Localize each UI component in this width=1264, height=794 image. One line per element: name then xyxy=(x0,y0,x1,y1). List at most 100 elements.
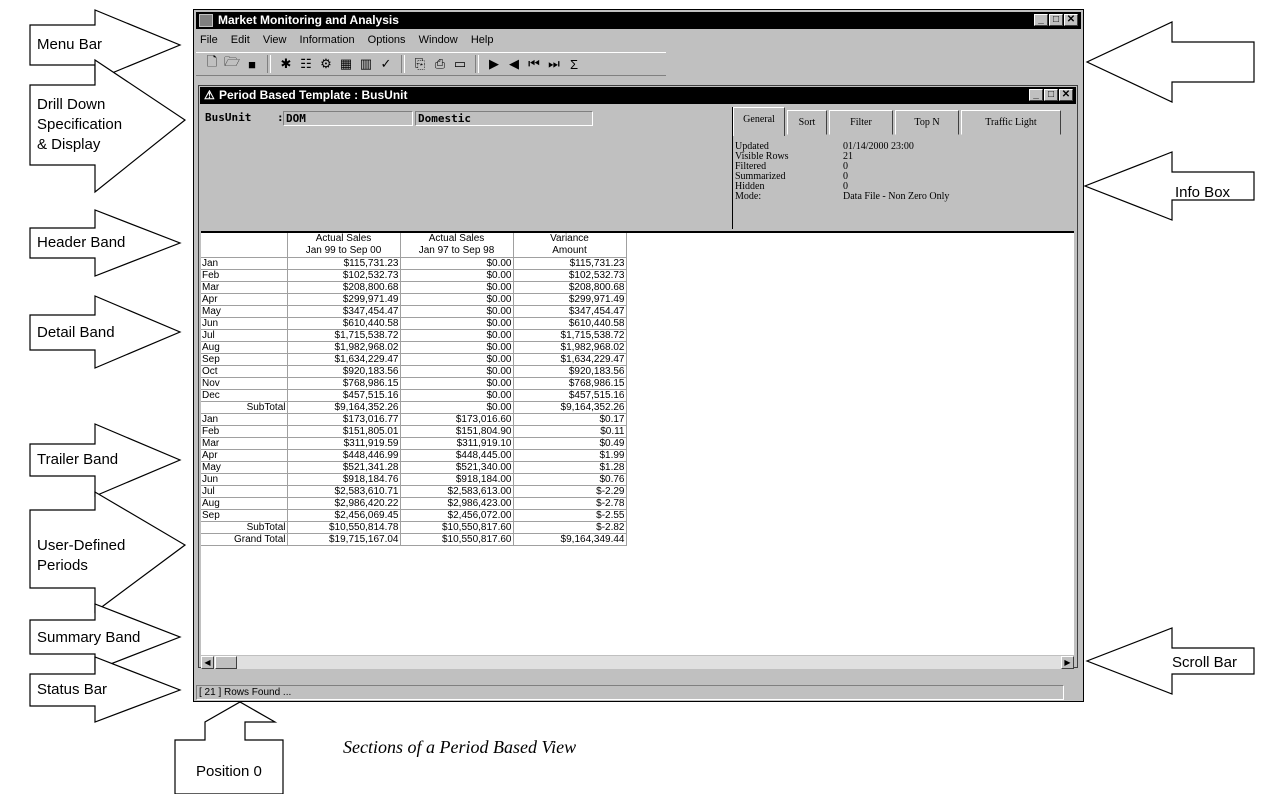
table-row[interactable]: Sep $2,456,069.45 $2,456,072.00 $-2.55 xyxy=(201,509,627,522)
tab-general[interactable]: General xyxy=(733,107,785,136)
figure-caption: Sections of a Period Based View xyxy=(343,737,577,757)
tab-sort[interactable]: Sort xyxy=(787,110,827,135)
value-cell: $0.11 xyxy=(513,425,627,438)
table-row[interactable]: Jan $115,731.23 $0.00 $115,731.23 xyxy=(201,257,627,270)
value-cell: $10,550,814.78 xyxy=(287,521,401,534)
table-row[interactable]: Aug $1,982,968.02 $0.00 $1,982,968.02 xyxy=(201,341,627,354)
menu-file[interactable]: File xyxy=(200,34,218,46)
print-icon[interactable]: ⎙ xyxy=(430,55,450,73)
table-row[interactable]: Oct $920,183.56 $0.00 $920,183.56 xyxy=(201,365,627,378)
table-row[interactable]: May $521,341.28 $521,340.00 $1.28 xyxy=(201,461,627,474)
scroll-left-button[interactable]: ◀ xyxy=(201,656,214,669)
horizontal-scrollbar[interactable]: ◀ ▶ xyxy=(201,656,1074,669)
value-cell: $115,731.23 xyxy=(513,257,627,270)
check-icon[interactable]: ✓ xyxy=(376,55,396,73)
save-icon[interactable]: ■ xyxy=(242,55,262,73)
table-row[interactable]: May $347,454.47 $0.00 $347,454.47 xyxy=(201,305,627,318)
info-rows: Updated 01/14/2000 23:00 Visible Rows 21 F… xyxy=(735,142,949,202)
table-row[interactable]: Jun $918,184.76 $918,184.00 $0.76 xyxy=(201,473,627,486)
value-cell: $102,532.73 xyxy=(513,269,627,282)
menu-window[interactable]: Window xyxy=(419,34,458,46)
copy-icon[interactable]: ⎘ xyxy=(410,55,430,73)
inner-maximize-button[interactable]: □ xyxy=(1044,89,1058,101)
callout-trailer-band: Trailer Band xyxy=(37,451,119,468)
inner-close-button[interactable]: ✕ xyxy=(1059,89,1073,101)
row-label-cell: Nov xyxy=(201,377,288,390)
scroll-right-button[interactable]: ▶ xyxy=(1061,656,1074,669)
menu-help[interactable]: Help xyxy=(471,34,494,46)
drill-code-field[interactable]: DOM xyxy=(283,111,413,126)
table-row[interactable]: Apr $299,971.49 $0.00 $299,971.49 xyxy=(201,293,627,306)
value-cell: $521,340.00 xyxy=(400,461,514,474)
drill-icon[interactable]: ⚙ xyxy=(316,55,336,73)
menu-edit[interactable]: Edit xyxy=(231,34,250,46)
run-icon[interactable]: ✱ xyxy=(276,55,296,73)
table-row[interactable]: Apr $448,446.99 $448,445.00 $1.99 xyxy=(201,449,627,462)
inner-title-bar[interactable]: ⚠ Period Based Template : BusUnit _ □ ✕ xyxy=(200,87,1076,104)
close-button[interactable]: ✕ xyxy=(1064,14,1078,26)
value-cell: $0.00 xyxy=(400,317,514,330)
value-cell: $-2.78 xyxy=(513,497,627,510)
warning-icon: ⚠ xyxy=(204,88,215,102)
row-label-cell: Sep xyxy=(201,509,288,522)
inner-title: Period Based Template : BusUnit xyxy=(219,88,408,102)
table-row[interactable]: Dec $457,515.16 $0.00 $457,515.16 xyxy=(201,389,627,402)
inner-minimize-button[interactable]: _ xyxy=(1029,89,1043,101)
table-row[interactable]: Jun $610,440.58 $0.00 $610,440.58 xyxy=(201,317,627,330)
new-icon[interactable]: 🗋 xyxy=(202,54,222,73)
value-cell: $1,634,229.47 xyxy=(513,353,627,366)
value-cell: $0.76 xyxy=(513,473,627,486)
row-label-cell: Apr xyxy=(201,293,288,306)
first-icon[interactable]: ⏮ xyxy=(524,55,544,73)
table-row[interactable]: Grand Total $19,715,167.04 $10,550,817.60 $… xyxy=(201,533,627,546)
table-row[interactable]: Nov $768,986.15 $0.00 $768,986.15 xyxy=(201,377,627,390)
table-row[interactable]: Jul $1,715,538.72 $0.00 $1,715,538.72 xyxy=(201,329,627,342)
row-label-cell: SubTotal xyxy=(201,401,288,414)
row-label-cell: May xyxy=(201,461,288,474)
last-icon[interactable]: ⏭ xyxy=(544,55,564,73)
scroll-thumb[interactable] xyxy=(215,656,237,669)
callout-summary-band: Summary Band xyxy=(37,629,141,646)
back-icon[interactable]: ◀ xyxy=(504,55,524,73)
value-cell: $311,919.10 xyxy=(400,437,514,450)
table-row[interactable]: Sep $1,634,229.47 $0.00 $1,634,229.47 xyxy=(201,353,627,366)
sum-icon[interactable]: Σ xyxy=(564,55,584,73)
tab-top-n[interactable]: Top N xyxy=(895,110,959,135)
value-cell: $0.17 xyxy=(513,413,627,426)
play-icon[interactable]: ▶ xyxy=(484,55,504,73)
callout-drill-down-2: Specification xyxy=(37,116,123,133)
menu-view[interactable]: View xyxy=(263,34,287,46)
tab-filter[interactable]: Filter xyxy=(829,110,893,135)
table-row[interactable]: Jul $2,583,610.71 $2,583,613.00 $-2.29 xyxy=(201,485,627,498)
app-icon[interactable] xyxy=(199,14,213,27)
tree-icon[interactable]: ☷ xyxy=(296,55,316,73)
table-row[interactable]: Aug $2,986,420.22 $2,986,423.00 $-2.78 xyxy=(201,497,627,510)
value-cell: $920,183.56 xyxy=(513,365,627,378)
grid-header-cell: Amount xyxy=(513,245,627,258)
value-cell: $9,164,352.26 xyxy=(513,401,627,414)
value-cell: $448,445.00 xyxy=(400,449,514,462)
table-row[interactable]: Mar $311,919.59 $311,919.10 $0.49 xyxy=(201,437,627,450)
table-row[interactable]: SubTotal $10,550,814.78 $10,550,817.60 $-2.… xyxy=(201,521,627,534)
table-row[interactable]: Feb $102,532.73 $0.00 $102,532.73 xyxy=(201,269,627,282)
menu-information[interactable]: Information xyxy=(300,34,355,46)
maximize-button[interactable]: □ xyxy=(1049,14,1063,26)
open-icon[interactable]: 🗁 xyxy=(222,54,242,73)
menu-options[interactable]: Options xyxy=(368,34,406,46)
minimize-button[interactable]: _ xyxy=(1034,14,1048,26)
grid-icon[interactable]: ▦ xyxy=(336,55,356,73)
value-cell: $347,454.47 xyxy=(287,305,401,318)
status-text: [ 21 ] Rows Found ... xyxy=(196,685,1064,700)
table-row[interactable]: Feb $151,805.01 $151,804.90 $0.11 xyxy=(201,425,627,438)
row-label-cell: Dec xyxy=(201,389,288,402)
table-row[interactable]: Mar $208,800.68 $0.00 $208,800.68 xyxy=(201,281,627,294)
table-row[interactable]: SubTotal $9,164,352.26 $0.00 $9,164,352.26 xyxy=(201,401,627,414)
app-title-bar[interactable]: Market Monitoring and Analysis _ □ ✕ xyxy=(196,12,1081,29)
chart-icon[interactable]: ▥ xyxy=(356,55,376,73)
table-row[interactable]: Jan $173,016.77 $173,016.60 $0.17 xyxy=(201,413,627,426)
row-label-cell: Jul xyxy=(201,329,288,342)
value-cell: $9,164,349.44 xyxy=(513,533,627,546)
callout-drill-down-3: & Display xyxy=(37,136,101,153)
tab-traffic-light[interactable]: Traffic Light xyxy=(961,110,1061,135)
export-icon[interactable]: ▭ xyxy=(450,55,470,73)
